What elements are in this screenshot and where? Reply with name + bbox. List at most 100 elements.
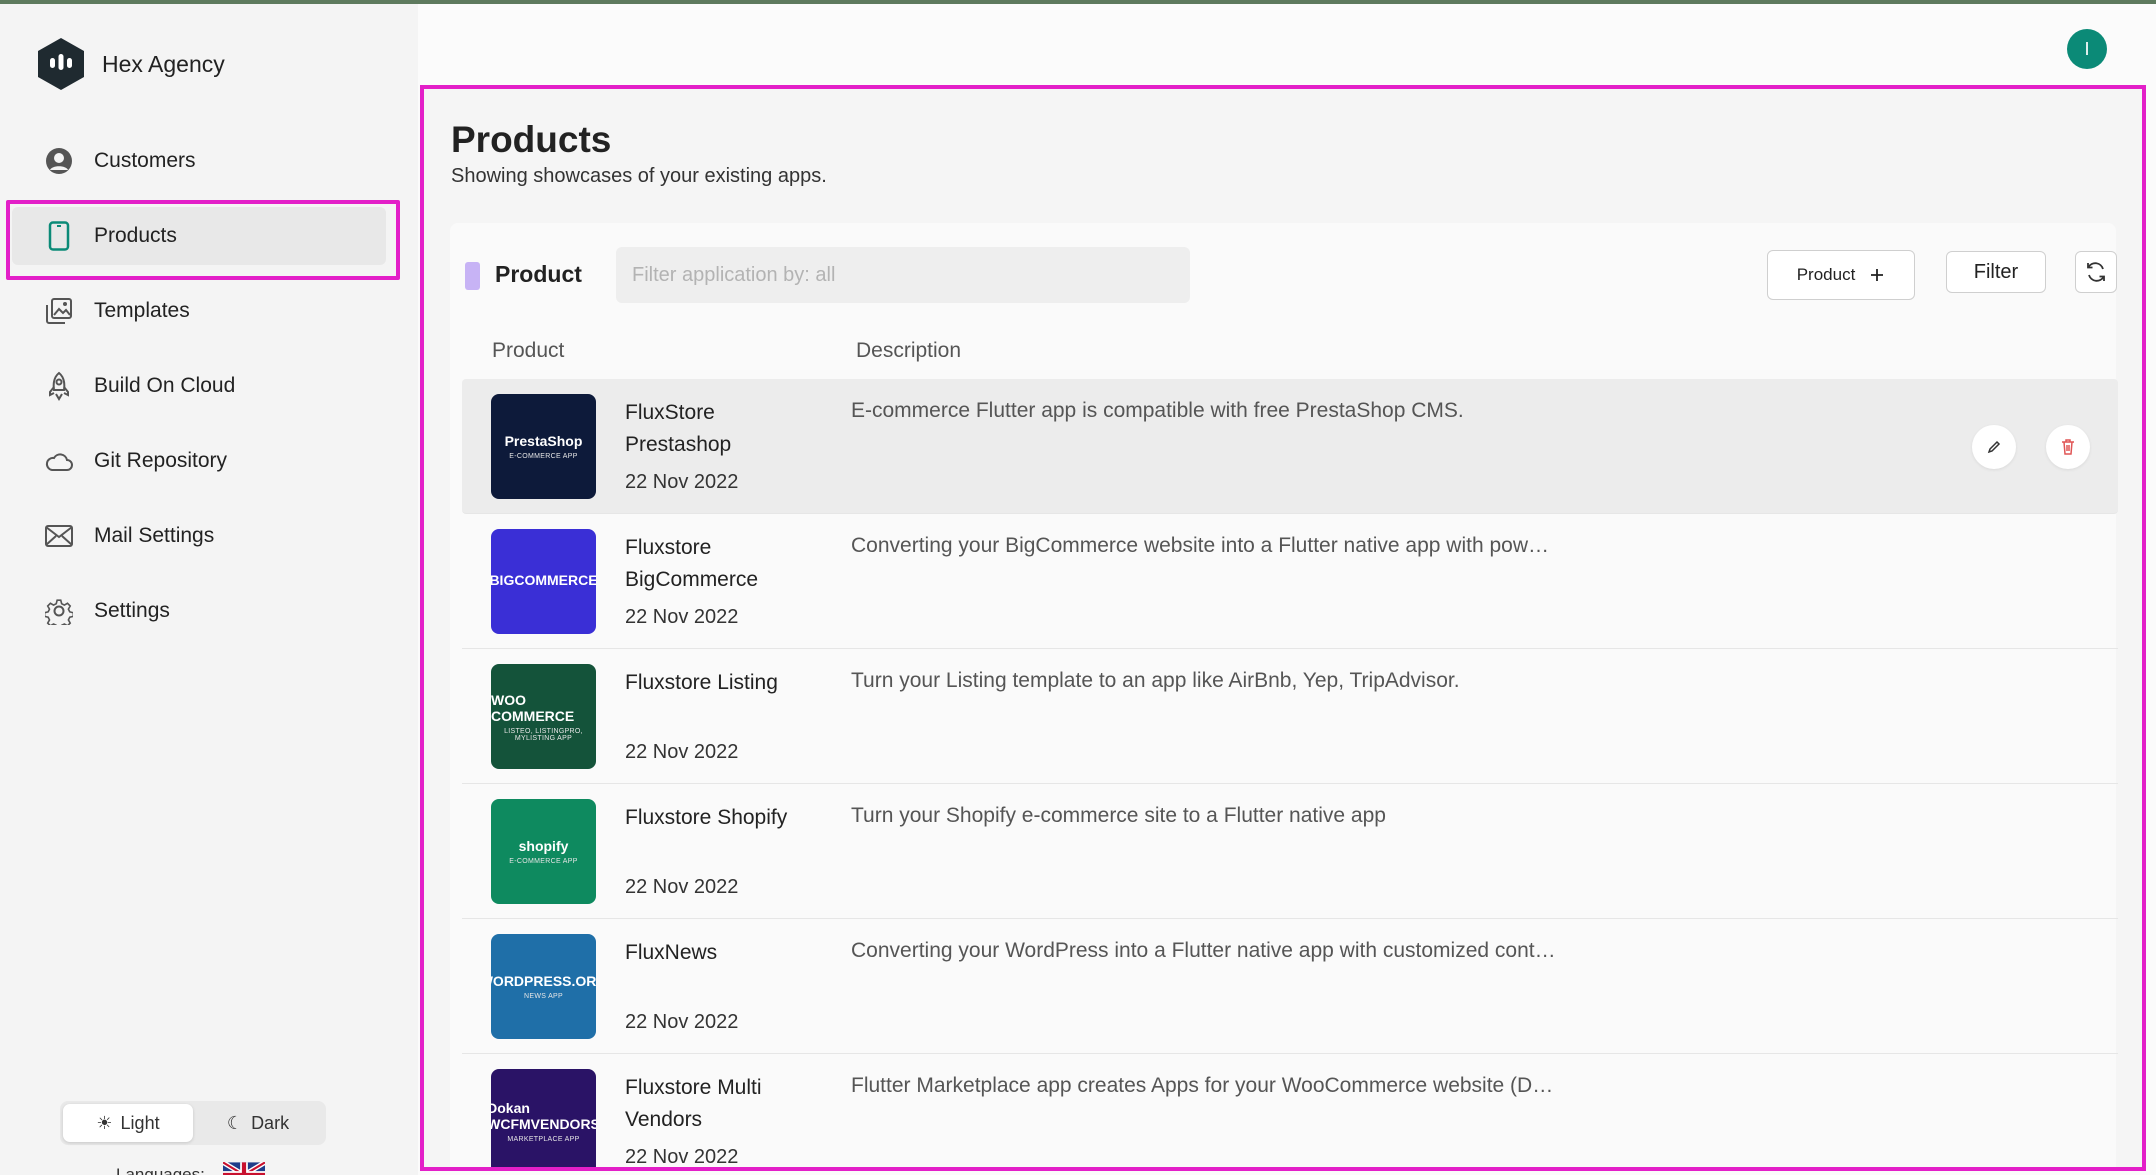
product-name[interactable]: Fluxstore Multi Vendors: [625, 1072, 815, 1136]
thumbnail-subtitle: E-COMMERCE APP: [509, 453, 578, 460]
filter-input[interactable]: [616, 247, 1190, 303]
sidebar-item-label: Git Repository: [94, 449, 228, 472]
gear-icon: [44, 596, 74, 626]
add-product-button[interactable]: Product: [1767, 250, 1915, 300]
product-description: Converting your BigCommerce website into…: [851, 534, 1549, 557]
sidebar-item-products[interactable]: Products: [6, 200, 400, 280]
table-row[interactable]: WOO COMMERCE LISTEO, LISTINGPRO, MYLISTI…: [462, 649, 2118, 784]
brand-name: Hex Agency: [102, 50, 225, 77]
table-row[interactable]: shopify E-COMMERCE APP Fluxstore Shopify…: [462, 784, 2118, 919]
table-row[interactable]: BIGCOMMERCE Fluxstore BigCommerce 22 Nov…: [462, 514, 2118, 649]
sidebar-item-label: Customers: [94, 149, 196, 172]
page-subtitle: Showing showcases of your existing apps.: [451, 165, 827, 187]
product-description: Flutter Marketplace app creates Apps for…: [851, 1074, 1554, 1097]
products-card: Product Product Filter Product Descripti…: [450, 223, 2118, 1168]
section-marker: [465, 262, 480, 290]
theme-toggle: ☀ Light ☾ Dark: [60, 1101, 326, 1145]
sidebar-item-templates[interactable]: Templates: [12, 282, 386, 340]
sidebar-item-label: Build On Cloud: [94, 374, 236, 397]
product-description: Converting your WordPress into a Flutter…: [851, 939, 1556, 962]
sidebar-item-label: Templates: [94, 299, 190, 322]
refresh-button[interactable]: [2075, 251, 2117, 293]
sidebar-item-label: Settings: [94, 599, 170, 622]
theme-dark-option[interactable]: ☾ Dark: [193, 1104, 323, 1142]
edit-button[interactable]: [1972, 425, 2016, 469]
product-date: 22 Nov 2022: [625, 606, 739, 628]
product-date: 22 Nov 2022: [625, 741, 739, 763]
cloud-icon: [44, 446, 74, 476]
row-actions: [1972, 425, 2090, 469]
column-header-product[interactable]: Product: [492, 339, 564, 363]
products-table-body: PrestaShop E-COMMERCE APP FluxStore Pres…: [462, 379, 2118, 1168]
user-circle-icon: [44, 146, 74, 176]
product-date: 22 Nov 2022: [625, 876, 739, 898]
theme-light-option[interactable]: ☀ Light: [63, 1104, 193, 1142]
product-thumbnail[interactable]: BIGCOMMERCE: [491, 529, 596, 634]
product-name[interactable]: FluxStore Prestashop: [625, 397, 815, 461]
table-row[interactable]: Dokan WCFMVENDORS MARKETPLACE APP Fluxst…: [462, 1054, 2118, 1168]
thumbnail-brand-text: PrestaShop: [504, 433, 583, 449]
trash-icon: [2062, 439, 2074, 455]
plus-icon: [1871, 269, 1884, 281]
table-row[interactable]: WORDPRESS.ORG NEWS APP FluxNews 22 Nov 2…: [462, 919, 2118, 1054]
product-thumbnail[interactable]: shopify E-COMMERCE APP: [491, 799, 596, 904]
sidebar-item-label: Mail Settings: [94, 524, 215, 547]
rocket-icon: [44, 371, 74, 401]
brand[interactable]: Hex Agency: [36, 37, 225, 91]
mail-icon: [44, 521, 74, 551]
filter-button[interactable]: Filter: [1946, 251, 2046, 293]
page-title: Products: [451, 119, 612, 160]
add-product-label: Product: [1796, 265, 1856, 284]
sidebar-item-settings[interactable]: Settings: [12, 582, 386, 640]
product-name[interactable]: FluxNews: [625, 937, 815, 969]
sidebar-item-git-repository[interactable]: Git Repository: [12, 432, 386, 490]
sidebar-item-customers[interactable]: Customers: [12, 132, 386, 190]
product-description: Turn your Listing template to an app lik…: [851, 669, 1460, 692]
sidebar-item-label: Products: [94, 224, 177, 247]
uk-flag-icon: [222, 1162, 265, 1175]
product-date: 22 Nov 2022: [625, 1011, 739, 1033]
moon-icon: ☾: [226, 1112, 244, 1133]
thumbnail-subtitle: E-COMMERCE APP: [509, 858, 578, 865]
product-thumbnail[interactable]: Dokan WCFMVENDORS MARKETPLACE APP: [491, 1069, 596, 1167]
product-date: 22 Nov 2022: [625, 1146, 739, 1168]
thumbnail-brand-text: WOO COMMERCE: [491, 691, 575, 724]
pencil-icon: [1987, 440, 2001, 454]
delete-button[interactable]: [2046, 425, 2090, 469]
thumbnail-brand-text: BIGCOMMERCE: [491, 571, 596, 588]
language-selector[interactable]: Languages:: [116, 1162, 265, 1175]
product-description: E-commerce Flutter app is compatible wit…: [851, 399, 1464, 422]
theme-dark-label: Dark: [251, 1112, 290, 1133]
product-description: Turn your Shopify e-commerce site to a F…: [851, 804, 1386, 827]
sidebar-nav: Customers Products Templates Build On Cl…: [6, 132, 400, 657]
sidebar-item-build-on-cloud[interactable]: Build On Cloud: [12, 357, 386, 415]
thumbnail-brand-text: Dokan WCFMVENDORS: [491, 1100, 596, 1132]
sidebar: Hex Agency Customers Products Templates …: [0, 4, 418, 1175]
products-toolbar: Product Product Filter: [450, 223, 2117, 323]
table-row[interactable]: PrestaShop E-COMMERCE APP FluxStore Pres…: [462, 379, 2118, 514]
product-thumbnail[interactable]: PrestaShop E-COMMERCE APP: [491, 394, 596, 499]
sidebar-item-mail-settings[interactable]: Mail Settings: [12, 507, 386, 565]
thumbnail-brand-text: WORDPRESS.ORG: [491, 973, 596, 989]
product-name[interactable]: Fluxstore Shopify: [625, 802, 815, 834]
user-avatar[interactable]: I: [2067, 29, 2107, 69]
phone-icon: [44, 221, 74, 251]
languages-label: Languages:: [116, 1165, 205, 1175]
thumbnail-subtitle: LISTEO, LISTINGPRO, MYLISTING APP: [504, 727, 583, 742]
refresh-icon: [2087, 262, 2105, 282]
toolbar-title: Product: [495, 261, 582, 287]
table-header: Product Description: [450, 323, 2116, 379]
product-thumbnail[interactable]: WORDPRESS.ORG NEWS APP: [491, 934, 596, 1039]
sun-icon: ☀: [96, 1112, 113, 1133]
product-name[interactable]: Fluxstore BigCommerce: [625, 532, 815, 596]
thumbnail-subtitle: NEWS APP: [524, 993, 563, 1000]
column-header-description[interactable]: Description: [856, 339, 961, 363]
product-thumbnail[interactable]: WOO COMMERCE LISTEO, LISTINGPRO, MYLISTI…: [491, 664, 596, 769]
theme-light-label: Light: [120, 1112, 160, 1133]
product-name[interactable]: Fluxstore Listing: [625, 667, 815, 699]
main-panel: Products Showing showcases of your exist…: [420, 85, 2146, 1171]
hex-logo-icon: [38, 38, 84, 90]
product-date: 22 Nov 2022: [625, 471, 739, 493]
thumbnail-brand-text: shopify: [518, 838, 569, 854]
images-icon: [44, 296, 74, 326]
